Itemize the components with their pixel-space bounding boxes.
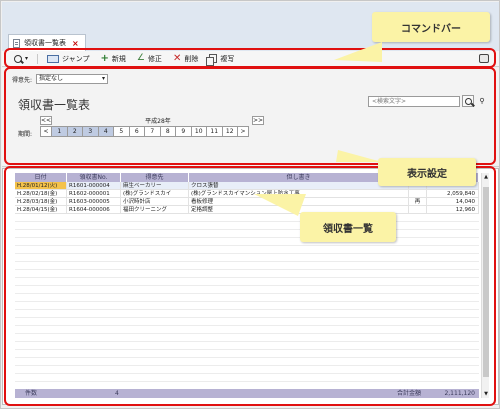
command-bar-highlight	[4, 48, 496, 68]
callout-command-bar: コマンドバー	[372, 12, 490, 42]
callout-tail	[334, 42, 382, 62]
close-tab-icon[interactable]: ×	[72, 39, 79, 48]
callout-display-settings: 表示設定	[378, 158, 476, 186]
tab-label: 領収書一覧表	[24, 39, 66, 47]
callout-receipt-list: 領収書一覧	[300, 212, 396, 242]
document-icon	[13, 38, 20, 48]
display-settings-highlight	[4, 67, 496, 165]
callout-tail	[245, 194, 307, 216]
callout-tail	[336, 150, 382, 162]
